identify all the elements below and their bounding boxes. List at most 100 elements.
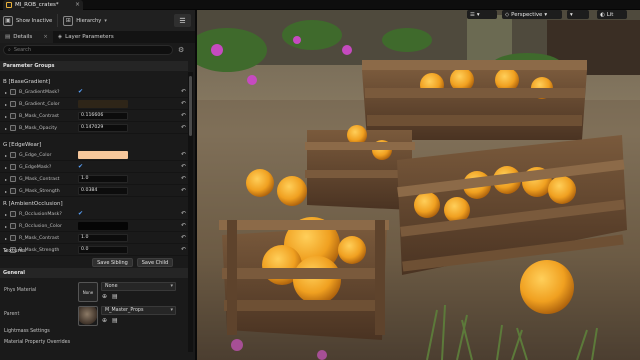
parameter-label: R_Occlusion_Color: [19, 223, 62, 229]
expand-arrow-icon[interactable]: ▸: [5, 236, 7, 241]
expand-arrow-icon[interactable]: ▸: [5, 189, 7, 194]
parameter-value-field[interactable]: 1.0: [78, 175, 128, 183]
reset-icon[interactable]: ↶: [181, 175, 186, 182]
color-swatch[interactable]: [78, 222, 128, 230]
reset-icon[interactable]: ↶: [181, 124, 186, 131]
layers-icon: ◈: [57, 34, 63, 40]
parameter-label: R_OcclusionMask?: [19, 211, 62, 217]
reset-icon[interactable]: ↶: [181, 88, 186, 95]
perspective-button[interactable]: ◇ Perspective ▾: [502, 10, 562, 19]
checkbox-icon[interactable]: [10, 235, 17, 241]
viewport-options-button[interactable]: ☰ ▾: [467, 10, 497, 19]
phys-thumb-label: None: [82, 289, 94, 295]
asset-tab[interactable]: MI_ROB_crates* ×: [3, 0, 83, 10]
reset-icon[interactable]: ↶: [181, 112, 186, 119]
parameter-label-wrap: ▸ G_Mask_Strength: [5, 188, 60, 194]
expand-arrow-icon[interactable]: ▸: [5, 153, 7, 158]
search-icon: ⌕: [8, 47, 11, 53]
general-header[interactable]: General: [0, 268, 188, 278]
expand-arrow-icon[interactable]: ▸: [5, 90, 7, 95]
reset-icon[interactable]: ↶: [181, 187, 186, 194]
parameter-value-field[interactable]: 0.0384: [78, 187, 128, 195]
find-icon[interactable]: ▤: [112, 293, 118, 300]
show-inactive-button[interactable]: ▣ Show Inactive: [0, 13, 55, 28]
lightmass-settings-section[interactable]: Lightmass Settings: [4, 329, 50, 334]
parameter-row: ▸ G_EdgeMask? ✔ ↶: [0, 162, 188, 173]
expand-arrow-icon[interactable]: ▸: [5, 114, 7, 119]
checkbox-icon[interactable]: [10, 89, 17, 95]
parameter-label-wrap: ▸ G_Edge_Color: [5, 152, 51, 158]
camera-speed-button[interactable]: ▾: [567, 10, 589, 19]
checkbox-icon[interactable]: [10, 211, 17, 217]
find-icon[interactable]: ▤: [112, 317, 118, 324]
textures-label: Textures: [3, 247, 26, 254]
expand-arrow-icon[interactable]: ▸: [5, 102, 7, 107]
close-icon[interactable]: ×: [43, 34, 48, 40]
parameter-value-field[interactable]: 0.147029: [78, 124, 128, 132]
expand-arrow-icon[interactable]: ▸: [5, 224, 7, 229]
parameter-group[interactable]: R [AmbientOcclusion]: [3, 199, 188, 208]
parameter-value-field[interactable]: 1.0: [78, 234, 128, 242]
parameter-label: B_Gradient_Color: [19, 101, 60, 107]
phys-material-dropdown[interactable]: None ▾: [101, 282, 176, 291]
reset-icon[interactable]: ↶: [181, 100, 186, 107]
show-inactive-icon: ▣: [3, 15, 13, 26]
checkbox-icon[interactable]: [10, 223, 17, 229]
expand-arrow-icon[interactable]: ▸: [5, 165, 7, 170]
parameter-label: G_Mask_Contrast: [19, 176, 60, 182]
parameter-row: ▸ R_OcclusionMask? ✔ ↶: [0, 209, 188, 220]
browse-icon[interactable]: ⊕: [102, 293, 107, 300]
gear-icon[interactable]: ⚙: [178, 46, 184, 54]
show-inactive-label: Show Inactive: [16, 17, 53, 24]
textures-group[interactable]: Textures: [3, 246, 188, 255]
toolbar-divider: [57, 14, 59, 27]
parameter-label: G_Mask_Strength: [19, 188, 60, 194]
save-sibling-button[interactable]: Save Sibling: [92, 258, 133, 267]
checkbox-icon[interactable]: [10, 152, 17, 158]
checkbox-icon[interactable]: [10, 101, 17, 107]
hierarchy-button[interactable]: ⊞ Hierarchy ▾: [60, 13, 110, 28]
save-child-button[interactable]: Save Child: [137, 258, 173, 267]
browse-icon[interactable]: ⊕: [102, 317, 107, 324]
phys-material-thumbnail[interactable]: None: [78, 282, 98, 302]
tab-layer-parameters[interactable]: ◈ Layer Parameters: [53, 31, 119, 43]
checkbox-icon[interactable]: [10, 164, 17, 170]
checkbox-icon[interactable]: [10, 176, 17, 182]
bool-checkbox[interactable]: ✔: [78, 89, 83, 95]
tab-details[interactable]: ▤ Details ×: [0, 31, 53, 43]
reset-icon[interactable]: ↶: [181, 222, 186, 229]
search-input[interactable]: ⌕ Search: [3, 45, 173, 55]
parent-material-thumbnail[interactable]: [78, 306, 98, 326]
parent-dropdown[interactable]: M_Master_Props ▾: [101, 306, 176, 315]
close-icon[interactable]: ×: [75, 1, 80, 8]
lit-label: Lit: [606, 11, 614, 18]
reset-icon[interactable]: ↶: [181, 151, 186, 158]
bool-checkbox[interactable]: ✔: [78, 211, 83, 217]
scrollbar[interactable]: [188, 72, 193, 352]
parameter-value-field[interactable]: 0.116606: [78, 112, 128, 120]
lit-button[interactable]: ◐ Lit: [597, 10, 627, 19]
reset-icon[interactable]: ↶: [181, 210, 186, 217]
scrollbar-thumb[interactable]: [189, 76, 192, 136]
bool-checkbox[interactable]: ✔: [78, 164, 83, 170]
checkbox-icon[interactable]: [10, 113, 17, 119]
parameter-label: B_Mask_Contrast: [19, 113, 60, 119]
expand-arrow-icon[interactable]: ▸: [5, 126, 7, 131]
color-swatch[interactable]: [78, 100, 128, 108]
expand-arrow-icon[interactable]: ▸: [5, 212, 7, 217]
parameter-groups-header[interactable]: Parameter Groups: [0, 61, 188, 71]
parameter-label-wrap: ▸ R_Mask_Contrast: [5, 235, 59, 241]
checkbox-icon[interactable]: [10, 125, 17, 131]
reset-icon[interactable]: ↶: [181, 234, 186, 241]
checkbox-icon[interactable]: [10, 188, 17, 194]
parameter-row: ▸ R_Occlusion_Color ↶: [0, 221, 188, 232]
color-swatch[interactable]: [78, 151, 128, 159]
parameter-group[interactable]: B [BaseGradient]: [3, 77, 188, 86]
menu-button[interactable]: ☰: [174, 14, 191, 27]
viewport[interactable]: ☰ ▾ ◇ Perspective ▾ ▾ ◐ Lit: [197, 10, 640, 360]
expand-arrow-icon[interactable]: ▸: [5, 177, 7, 182]
material-property-overrides-section[interactable]: Material Property Overrides: [4, 340, 70, 345]
details-icon: ▤: [5, 34, 11, 40]
parameter-group[interactable]: G [EdgeWear]: [3, 140, 188, 149]
reset-icon[interactable]: ↶: [181, 163, 186, 170]
